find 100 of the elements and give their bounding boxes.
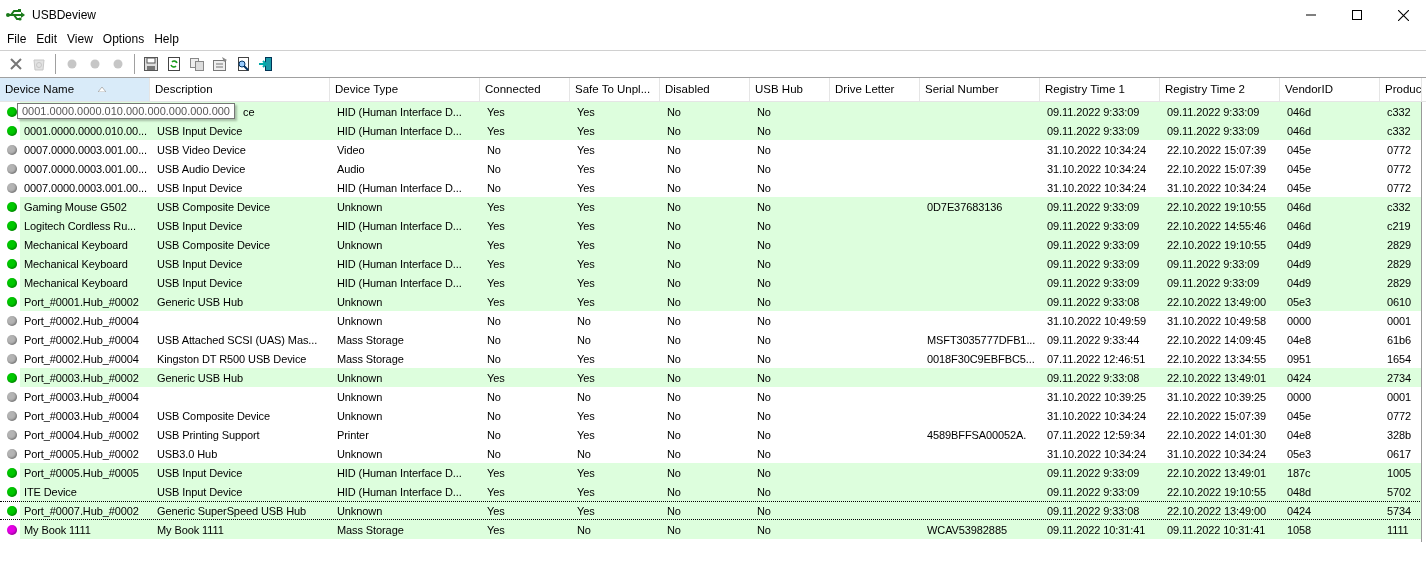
table-cell: 0001 — [1387, 390, 1412, 403]
table-row[interactable]: Port_#0003.Hub_#0004 USB Composite Device Unknown No Yes No No 31.10.2022 10:34:24 22.10.2022 15:07:39 045e 0772 — [0, 406, 1422, 425]
table-cell: Yes — [487, 504, 505, 517]
column-header[interactable]: Drive Letter — [830, 78, 920, 101]
table-row[interactable]: Port_#0005.Hub_#0002 USB3.0 Hub Unknown No No No No 31.10.2022 10:34:24 31.10.2022 10:34:24 05e3 0617 — [0, 444, 1422, 463]
table-cell: USB Composite Device — [157, 200, 270, 213]
table-cell: No — [757, 124, 771, 137]
table-cell: 0018F30C9EBFBC5... — [927, 352, 1035, 365]
column-header[interactable]: Produc — [1380, 78, 1422, 101]
table-cell: Video — [337, 143, 365, 156]
table-cell: No — [667, 276, 681, 289]
table-cell: 1111 — [1387, 523, 1409, 536]
table-cell: 31.10.2022 10:39:25 — [1047, 390, 1147, 403]
save-icon[interactable] — [141, 54, 161, 74]
table-cell: No — [487, 352, 501, 365]
table-cell: 09.11.2022 10:31:41 — [1167, 523, 1266, 536]
table-cell: c332 — [1387, 124, 1411, 137]
table-cell: Port_#0002.Hub_#0004 — [24, 352, 139, 365]
table-cell: No — [757, 162, 771, 175]
column-header[interactable]: Device Type — [330, 78, 480, 101]
table-cell: Logitech Cordless Ru... — [24, 219, 137, 232]
table-cell: MSFT3035777DFB1... — [927, 333, 1036, 346]
table-cell: 31.10.2022 10:34:24 — [1047, 447, 1147, 460]
table-cell: 328b — [1387, 428, 1412, 441]
table-cell: No — [667, 466, 681, 479]
table-cell: 04e8 — [1287, 333, 1312, 346]
table-cell: 04e8 — [1287, 428, 1312, 441]
column-header[interactable]: Registry Time 1 — [1040, 78, 1160, 101]
table-cell: Unknown — [337, 314, 383, 327]
table-cell: HID (Human Interface D... — [337, 276, 462, 289]
table-cell: 0951 — [1287, 352, 1312, 365]
table-row[interactable]: 0007.0000.0003.001.00... USB Input Device HID (Human Interface D... No Yes No No 31.10.2022 10:34:24 31.10.2022 10:34:24 045e 0772 — [0, 178, 1422, 197]
table-cell: No — [667, 390, 681, 403]
table-cell: 4589BFFSA00052A. — [927, 428, 1027, 441]
table-cell: Unknown — [337, 238, 383, 251]
table-cell: No — [757, 466, 771, 479]
table-cell: 0772 — [1387, 409, 1412, 422]
table-cell: Port_#0001.Hub_#0002 — [24, 295, 139, 308]
table-cell: No — [757, 504, 771, 517]
table-cell: Yes — [487, 238, 505, 251]
table-cell: Generic SuperSpeed USB Hub — [157, 504, 307, 517]
table-row[interactable]: 0007.0000.0003.001.00... USB Audio Device Audio No Yes No No 31.10.2022 10:34:24 22.10.2022 15:07:39 045e 0772 — [0, 159, 1422, 178]
table-row[interactable]: Port_#0004.Hub_#0002 USB Printing Support Printer No Yes No No 4589BFFSA00052A. 07.11.2022 12:59:34 22.10.2022 14:01:30 04e8 328b — [0, 425, 1422, 444]
table-row[interactable]: Port_#0002.Hub_#0004 USB Attached SCSI (UAS) Mas... Mass Storage No No No No MSFT3035777DFB1... 09.11.2022 9:33:44 22.10.2022 14:09:45 04e8 61b6 — [0, 330, 1422, 349]
table-cell: USB Composite Device — [157, 409, 270, 422]
table-cell: Printer — [337, 428, 369, 441]
table-cell: USB Input Device — [157, 485, 243, 498]
table-cell: Port_#0002.Hub_#0004 — [24, 314, 139, 327]
column-header[interactable]: Device Name — [0, 78, 150, 101]
table-cell: 05e3 — [1287, 447, 1312, 460]
table-cell: Yes — [487, 200, 505, 213]
table-cell: No — [667, 200, 681, 213]
column-header[interactable]: Serial Number — [920, 78, 1040, 101]
table-cell: USB Printing Support — [157, 428, 260, 441]
table-cell: 22.10.2022 13:49:00 — [1167, 295, 1267, 308]
menu-item[interactable]: View — [63, 32, 99, 46]
column-header[interactable]: Registry Time 2 — [1160, 78, 1280, 101]
column-header[interactable]: Safe To Unpl... — [570, 78, 660, 101]
menu-item[interactable]: File — [3, 32, 33, 46]
table-cell: No — [667, 409, 681, 422]
table-cell: Yes — [577, 352, 595, 365]
table-cell: Mechanical Keyboard — [24, 276, 128, 289]
table-cell: Port_#0003.Hub_#0004 — [24, 390, 139, 403]
table-cell: USB Input Device — [157, 181, 243, 194]
table-cell: 22.10.2022 13:49:00 — [1167, 504, 1267, 517]
table-cell: No — [667, 257, 681, 270]
table-cell: 0001.0000.0000.010.00... — [24, 124, 147, 137]
table-cell: Yes — [487, 219, 505, 232]
table-cell: 0D7E37683136 — [927, 200, 1003, 213]
table-row[interactable]: 0007.0000.0003.001.00... USB Video Device Video No Yes No No 31.10.2022 10:34:24 22.10.2022 15:07:39 045e 0772 — [0, 140, 1422, 159]
table-cell: Mechanical Keyboard — [24, 257, 128, 270]
table-row[interactable]: Port_#0003.Hub_#0004 Unknown No No No No 31.10.2022 10:39:25 31.10.2022 10:39:25 0000 0001 — [0, 387, 1422, 406]
table-row[interactable]: Port_#0002.Hub_#0004 Kingston DT R500 USB Device Mass Storage No Yes No No 0018F30C9EBFBC5... 07.11.2022 12:46:51 22.10.2022 13:34:55 0951 1654 — [0, 349, 1422, 368]
table-cell: 61b6 — [1387, 333, 1412, 346]
column-header[interactable]: Connected — [480, 78, 570, 101]
table-cell: Unknown — [337, 371, 383, 384]
column-header[interactable]: USB Hub — [750, 78, 830, 101]
table-cell: 0772 — [1387, 162, 1412, 175]
table-cell: USB Input Device — [157, 219, 243, 232]
menu-item[interactable]: Help — [150, 32, 185, 46]
table-cell: My Book 1111 — [157, 523, 224, 536]
column-header[interactable]: VendorID — [1280, 78, 1380, 101]
column-header[interactable]: Description — [150, 78, 330, 101]
menu-item[interactable]: Options — [98, 32, 151, 46]
table-cell: Yes — [577, 371, 595, 384]
menu-item[interactable]: Edit — [32, 32, 64, 46]
table-cell: 09.11.2022 10:31:41 — [1047, 523, 1146, 536]
table-cell: 046d — [1287, 200, 1312, 213]
table-cell: 22.10.2022 13:49:01 — [1167, 371, 1267, 384]
table-cell: Yes — [487, 276, 505, 289]
table-row[interactable]: Port_#0007.Hub_#0002 Generic SuperSpeed USB Hub Unknown Yes Yes No No 09.11.2022 9:33:08 22.10.2022 13:49:00 0424 5734 — [0, 501, 1422, 520]
table-cell: No — [577, 523, 591, 536]
table-cell: Port_#0005.Hub_#0002 — [24, 447, 139, 460]
table-cell: Yes — [487, 523, 505, 536]
table-row[interactable]: Port_#0002.Hub_#0004 Unknown No No No No 31.10.2022 10:49:59 31.10.2022 10:49:58 0000 0001 — [0, 311, 1422, 330]
table-cell: No — [757, 447, 771, 460]
table-cell: Unknown — [337, 447, 383, 460]
table-cell: Port_#0003.Hub_#0004 — [24, 409, 139, 422]
table-cell: 0772 — [1387, 181, 1412, 194]
column-header[interactable]: Disabled — [660, 78, 750, 101]
